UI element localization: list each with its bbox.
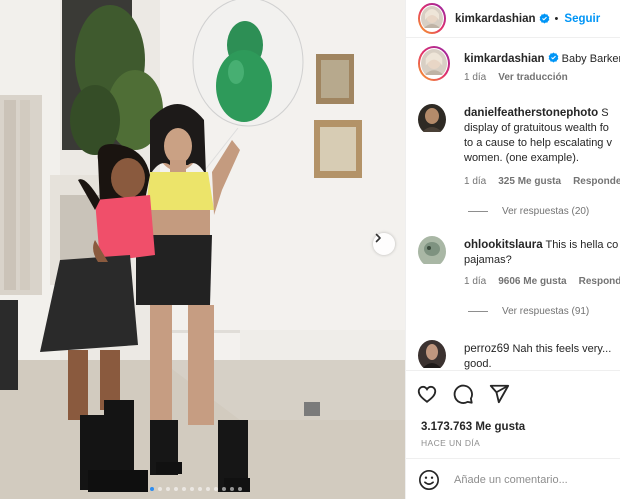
caption-time: 1 día — [464, 72, 487, 83]
chevron-right-icon — [375, 233, 381, 243]
comment-meta: 1 día 325 Me gusta Responder — [464, 176, 620, 187]
avatar-ring[interactable] — [418, 3, 446, 34]
post-actions: 3.173.763 Me gusta HACE UN DÍA — [406, 370, 620, 499]
view-replies-button[interactable]: Ver respuestas (91) — [468, 306, 589, 317]
carousel-dot — [214, 487, 218, 491]
reply-button[interactable]: Responder — [573, 176, 620, 187]
carousel-dot — [166, 487, 170, 491]
caption-text: Baby Barker — [561, 53, 620, 65]
comment-body: danielfeatherstonephoto S display of gra… — [464, 106, 620, 166]
replies-divider — [468, 211, 488, 212]
avatar-image — [421, 49, 447, 75]
carousel-next-button[interactable] — [373, 233, 395, 255]
carousel-dot — [198, 487, 202, 491]
comment-username[interactable]: danielfeatherstonephoto — [464, 107, 598, 119]
smiley-icon — [419, 469, 439, 490]
carousel-dot — [222, 487, 226, 491]
avatar-image — [418, 236, 446, 264]
action-icons — [416, 383, 510, 405]
carousel-dot — [190, 487, 194, 491]
like-button[interactable] — [416, 383, 438, 405]
comment-avatar[interactable] — [418, 340, 446, 370]
comment-button[interactable] — [452, 383, 474, 405]
translate-link[interactable]: Ver traducción — [498, 72, 567, 83]
comment-meta: 1 día 9606 Me gusta Responde — [464, 276, 620, 287]
comment-input[interactable] — [454, 473, 614, 486]
share-button[interactable] — [488, 383, 510, 405]
post-side-panel: kimkardashian • Seguir kimkardashian Bab… — [405, 0, 620, 499]
header-username[interactable]: kimkardashian — [455, 13, 536, 25]
post-time: HACE UN DÍA — [421, 438, 481, 448]
comment-item: danielfeatherstonephoto S display of gra… — [418, 104, 620, 224]
comment-text-line: women. (one example). — [464, 152, 579, 164]
carousel-dot — [230, 487, 234, 491]
comment-item: ohlookitslaura This is hella co pajamas?… — [418, 236, 620, 326]
comment-username[interactable]: perroz69 — [464, 343, 509, 355]
caption-meta: 1 día Ver traducción — [464, 72, 568, 83]
comment-body: ohlookitslaura This is hella co pajamas? — [464, 238, 620, 268]
avatar-image — [418, 104, 446, 132]
follow-button[interactable]: Seguir — [564, 13, 600, 25]
comment-username[interactable]: ohlookitslaura — [464, 239, 543, 251]
view-replies-label: Ver respuestas (91) — [502, 306, 590, 317]
comment-avatar[interactable] — [418, 236, 446, 267]
carousel-dot — [238, 487, 242, 491]
carousel-dot — [206, 487, 210, 491]
caption-username[interactable]: kimkardashian — [464, 53, 545, 65]
carousel-dot — [150, 487, 154, 491]
verified-badge-icon — [548, 52, 558, 63]
caption-avatar-ring[interactable] — [418, 46, 450, 81]
avatar — [421, 49, 447, 78]
photo-scene — [0, 0, 405, 499]
comment-likes[interactable]: 325 Me gusta — [498, 176, 561, 187]
paper-plane-icon — [489, 384, 510, 404]
replies-divider — [468, 311, 488, 312]
reply-button[interactable]: Responde — [579, 276, 620, 287]
verified-badge-icon — [539, 13, 549, 24]
emoji-button[interactable] — [418, 469, 440, 491]
comment-time: 1 día — [464, 176, 487, 187]
carousel-dot — [182, 487, 186, 491]
comment-text-line: to a cause to help escalating v — [464, 137, 612, 149]
carousel-indicator — [150, 487, 242, 491]
view-replies-label: Ver respuestas (20) — [502, 206, 590, 217]
comments-list[interactable]: kimkardashian Baby Barker 1 día Ver trad… — [406, 38, 620, 370]
caption: kimkardashian Baby Barker 1 día Ver trad… — [418, 46, 620, 96]
speech-bubble-icon — [453, 384, 473, 404]
caption-body: kimkardashian Baby Barker — [464, 52, 620, 67]
comment-avatar[interactable] — [418, 104, 446, 135]
add-comment-bar — [406, 458, 620, 499]
comment-text-line: good. — [464, 358, 492, 370]
heart-icon — [417, 385, 437, 403]
avatar-image — [418, 340, 446, 368]
header-separator: • — [554, 12, 559, 25]
avatar-image — [421, 6, 443, 28]
carousel-dot — [174, 487, 178, 491]
comment-text-line: display of gratuitous wealth fo — [464, 122, 609, 134]
avatar — [421, 6, 443, 31]
comment-time: 1 día — [464, 276, 487, 287]
comment-item: perroz69 Nah this feels very... good. — [418, 340, 620, 370]
comment-text-line: pajamas? — [464, 254, 512, 266]
post-header: kimkardashian • Seguir — [406, 0, 620, 38]
comment-body: perroz69 Nah this feels very... good. — [464, 342, 620, 370]
view-replies-button[interactable]: Ver respuestas (20) — [468, 206, 589, 217]
post-photo[interactable] — [0, 0, 405, 499]
carousel-dot — [158, 487, 162, 491]
comment-likes[interactable]: 9606 Me gusta — [498, 276, 566, 287]
like-count[interactable]: 3.173.763 Me gusta — [421, 421, 525, 433]
